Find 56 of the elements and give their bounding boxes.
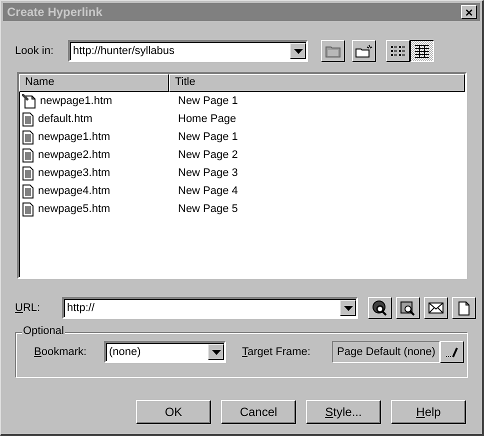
new-page-button[interactable] (452, 297, 476, 319)
new-folder-icon (355, 44, 373, 58)
target-frame-field: Page Default (none) (332, 341, 440, 363)
column-header[interactable]: Title (169, 74, 465, 92)
bookmark-label: Bookmark: (34, 346, 88, 358)
file-title: New Page 5 (178, 203, 238, 215)
window-title: Create Hyperlink (7, 5, 102, 19)
web-search-button[interactable] (368, 297, 392, 319)
dialog-button[interactable]: Cancel (221, 400, 296, 424)
bookmark-dropdown[interactable]: (none) (104, 341, 226, 363)
file-name[interactable]: newpage5.htm (38, 203, 110, 215)
close-button[interactable]: × (461, 5, 477, 19)
file-name[interactable]: newpage4.htm (38, 185, 110, 197)
document-icon (22, 148, 34, 162)
list-view-button[interactable] (386, 40, 410, 62)
browse-file-button[interactable] (396, 297, 420, 319)
target-frame-label: Target Frame: (242, 346, 312, 358)
document-icon (22, 202, 34, 216)
file-list[interactable]: Name Title newpage1.htm New Page 1 default.htm Home Page newpage1.htm New Page 1 newpage2.htm New Page 2 newpage3.htm New Page 3 newpage4.htm New Page 4 newpage5.htm New Page 5 (17, 72, 467, 279)
email-link-button[interactable] (424, 297, 448, 319)
file-name[interactable]: newpage2.htm (38, 149, 110, 161)
folder-up-icon (325, 44, 341, 58)
edit-target-button[interactable] (440, 341, 464, 363)
file-search-icon (400, 300, 416, 316)
list-view-icon (390, 45, 406, 57)
file-name[interactable]: newpage3.htm (38, 167, 110, 179)
dialog-button[interactable]: Style... (306, 400, 381, 424)
look-in-dropdown[interactable]: http://hunter/syllabus (68, 40, 308, 62)
file-title: New Page 2 (178, 149, 238, 161)
file-title: New Page 4 (178, 185, 238, 197)
new-page-icon (458, 300, 470, 316)
details-view-icon (414, 44, 430, 58)
file-title: Home Page (178, 113, 236, 125)
url-field[interactable]: http:// (62, 297, 358, 319)
dialog-button[interactable]: Help (391, 400, 466, 424)
column-header[interactable]: Name (19, 74, 169, 92)
up-folder-button[interactable] (321, 40, 345, 62)
globe-search-icon (372, 300, 388, 316)
file-title: New Page 1 (178, 95, 238, 107)
document-icon (22, 166, 34, 180)
look-in-label: Look in: (15, 45, 55, 57)
document-icon (22, 184, 34, 198)
envelope-icon (428, 302, 444, 314)
edited-document-icon (22, 94, 36, 108)
document-icon (22, 130, 34, 144)
file-name[interactable]: newpage1.htm (38, 131, 110, 143)
dialog-button[interactable]: OK (136, 400, 211, 424)
file-title: New Page 3 (178, 167, 238, 179)
new-folder-button[interactable] (352, 40, 376, 62)
url-label: URL: (15, 302, 42, 314)
file-name[interactable]: newpage1.htm (40, 95, 112, 107)
file-name[interactable]: default.htm (38, 113, 92, 125)
document-icon (22, 112, 34, 126)
file-title: New Page 1 (178, 131, 238, 143)
group-title: Optional (22, 325, 65, 337)
details-view-button[interactable] (410, 40, 434, 62)
